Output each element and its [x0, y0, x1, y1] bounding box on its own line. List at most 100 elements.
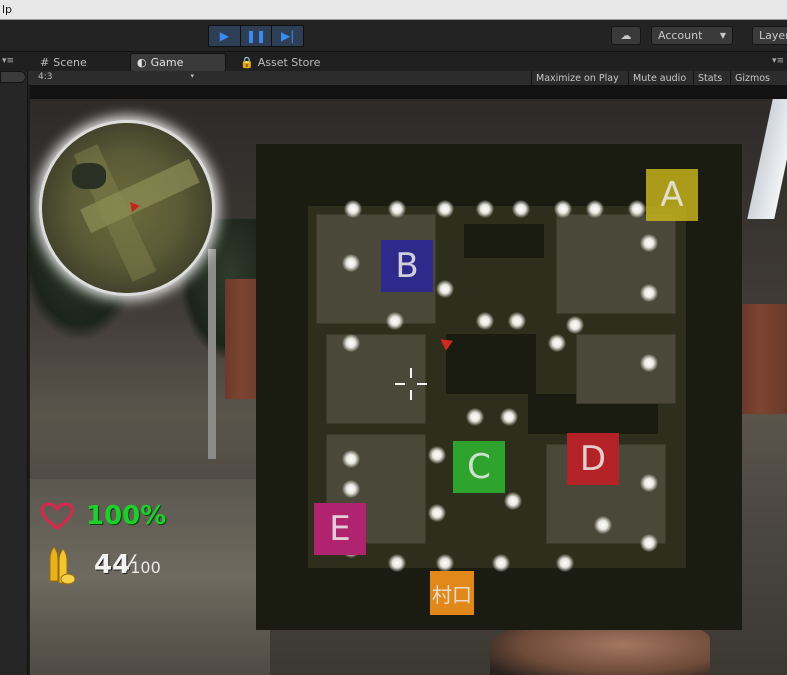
- map-marker-b: B: [381, 240, 433, 292]
- map-street-lamp: [342, 334, 360, 352]
- layers-dropdown[interactable]: Layer: [752, 26, 787, 45]
- tab-asset-store-label: Asset Store: [257, 55, 321, 69]
- health-value: 100%: [86, 501, 167, 531]
- minimap: [42, 123, 212, 293]
- health-display: 100%: [40, 501, 166, 531]
- ammo-readout: 44 ⁄ 100: [94, 550, 161, 580]
- aspect-label: 4:3: [38, 72, 53, 82]
- map-street-lamp: [640, 354, 658, 372]
- chevron-down-icon: ▾: [190, 72, 194, 80]
- scene-grid-icon: #: [40, 55, 50, 69]
- tab-asset-store[interactable]: 🔒 Asset Store: [234, 53, 344, 71]
- map-marker-d: D: [567, 433, 619, 485]
- crosshair-icon: [395, 368, 427, 400]
- minimap-tree: [72, 163, 106, 189]
- editor-tab-strip: ▾≡ # Scene ◐ Game 🔒 Asset Store ▾≡: [0, 52, 787, 71]
- pause-icon: ❚❚: [245, 29, 267, 43]
- map-marker-a: A: [646, 169, 698, 221]
- tab-game[interactable]: ◐ Game: [130, 53, 226, 71]
- map-marker-e: E: [314, 503, 366, 555]
- account-dropdown[interactable]: Account ▼: [651, 26, 733, 45]
- bullets-icon: [49, 546, 76, 585]
- map-street-lamp: [548, 334, 566, 352]
- map-street-lamp: [554, 200, 572, 218]
- map-street-lamp: [436, 554, 454, 572]
- layers-label: Layer: [759, 29, 787, 42]
- tab-scene-label: Scene: [53, 55, 87, 69]
- aspect-dropdown[interactable]: 4:3 ▾: [38, 72, 194, 84]
- map-building-block: [556, 214, 676, 314]
- map-street-lamp: [492, 554, 510, 572]
- lit-wall-edge: [747, 99, 787, 219]
- chevron-down-icon: ▼: [719, 31, 726, 40]
- heart-icon: [40, 502, 74, 530]
- playback-controls: ▶ ❚❚ ▶|: [208, 25, 304, 47]
- map-tree-cluster: [446, 334, 536, 394]
- map-street-lamp: [640, 284, 658, 302]
- map-building-block: [576, 334, 676, 404]
- map-street-lamp: [428, 446, 446, 464]
- map-street-lamp: [640, 234, 658, 252]
- main-toolbar: ▶ ❚❚ ▶| ☁ Account ▼ Layer: [0, 20, 787, 52]
- map-street-lamp: [388, 554, 406, 572]
- map-street-lamp: [556, 554, 574, 572]
- map-street-lamp: [436, 280, 454, 298]
- map-street-lamp: [466, 408, 484, 426]
- play-icon: ▶: [219, 29, 229, 43]
- stats-button[interactable]: Stats: [693, 71, 726, 86]
- panel-menu-icon[interactable]: ▾≡: [2, 56, 14, 66]
- map-marker-village-entrance: 村口: [430, 571, 474, 615]
- map-street-lamp: [640, 474, 658, 492]
- cloud-icon: ☁: [620, 29, 632, 42]
- game-pacman-icon: ◐: [137, 56, 147, 69]
- map-street-lamp: [586, 200, 604, 218]
- left-panel-edge: [0, 71, 28, 675]
- map-street-lamp: [428, 504, 446, 522]
- map-street-lamp: [512, 200, 530, 218]
- map-street-lamp: [342, 480, 360, 498]
- map-street-lamp: [566, 316, 584, 334]
- game-view-toolbar: 4:3 ▾ Maximize on Play Mute audio Stats …: [28, 71, 787, 86]
- pause-button[interactable]: ❚❚: [240, 26, 273, 46]
- map-tree-border: [256, 144, 308, 630]
- tab-scene[interactable]: # Scene: [34, 53, 128, 71]
- maximize-on-play-button[interactable]: Maximize on Play: [531, 71, 623, 86]
- step-button[interactable]: ▶|: [272, 26, 303, 46]
- viewport-letterbox: [30, 86, 787, 99]
- map-street-lamp: [476, 200, 494, 218]
- map-street-lamp: [342, 450, 360, 468]
- ammo-max: 100: [130, 558, 161, 577]
- map-street-lamp: [388, 200, 406, 218]
- ammo-current: 44: [94, 550, 131, 580]
- account-label: Account: [658, 29, 703, 42]
- overview-map: A B C D E 村口: [256, 144, 742, 630]
- map-marker-c: C: [453, 441, 505, 493]
- map-street-lamp: [640, 534, 658, 552]
- map-street-lamp: [504, 492, 522, 510]
- tab-game-label: Game: [150, 56, 184, 69]
- mute-audio-button[interactable]: Mute audio: [628, 71, 690, 86]
- menu-help-fragment[interactable]: lp: [2, 3, 12, 16]
- gizmos-button[interactable]: Gizmos: [730, 71, 774, 86]
- map-street-lamp: [344, 200, 362, 218]
- map-tree-border: [256, 568, 742, 630]
- map-street-lamp: [508, 312, 526, 330]
- map-street-lamp: [342, 254, 360, 272]
- ammo-display: 44 ⁄ 100: [42, 545, 161, 585]
- menu-bar: lp: [0, 0, 787, 20]
- lamp-pole: [208, 249, 216, 459]
- map-street-lamp: [436, 200, 454, 218]
- map-street-lamp: [386, 312, 404, 330]
- map-street-lamp: [628, 200, 646, 218]
- game-viewport[interactable]: A B C D E 村口 100% 44 ⁄ 100: [30, 99, 787, 675]
- brick-wall-right: [742, 304, 787, 414]
- play-button[interactable]: ▶: [209, 26, 241, 46]
- map-street-lamp: [476, 312, 494, 330]
- map-street-lamp: [500, 408, 518, 426]
- map-street-lamp: [594, 516, 612, 534]
- step-icon: ▶|: [281, 29, 295, 43]
- panel-menu-icon-right[interactable]: ▾≡: [772, 56, 784, 66]
- map-tree-cluster: [464, 224, 544, 258]
- cloud-button[interactable]: ☁: [611, 26, 641, 45]
- left-panel-scroll-handle[interactable]: [0, 71, 26, 83]
